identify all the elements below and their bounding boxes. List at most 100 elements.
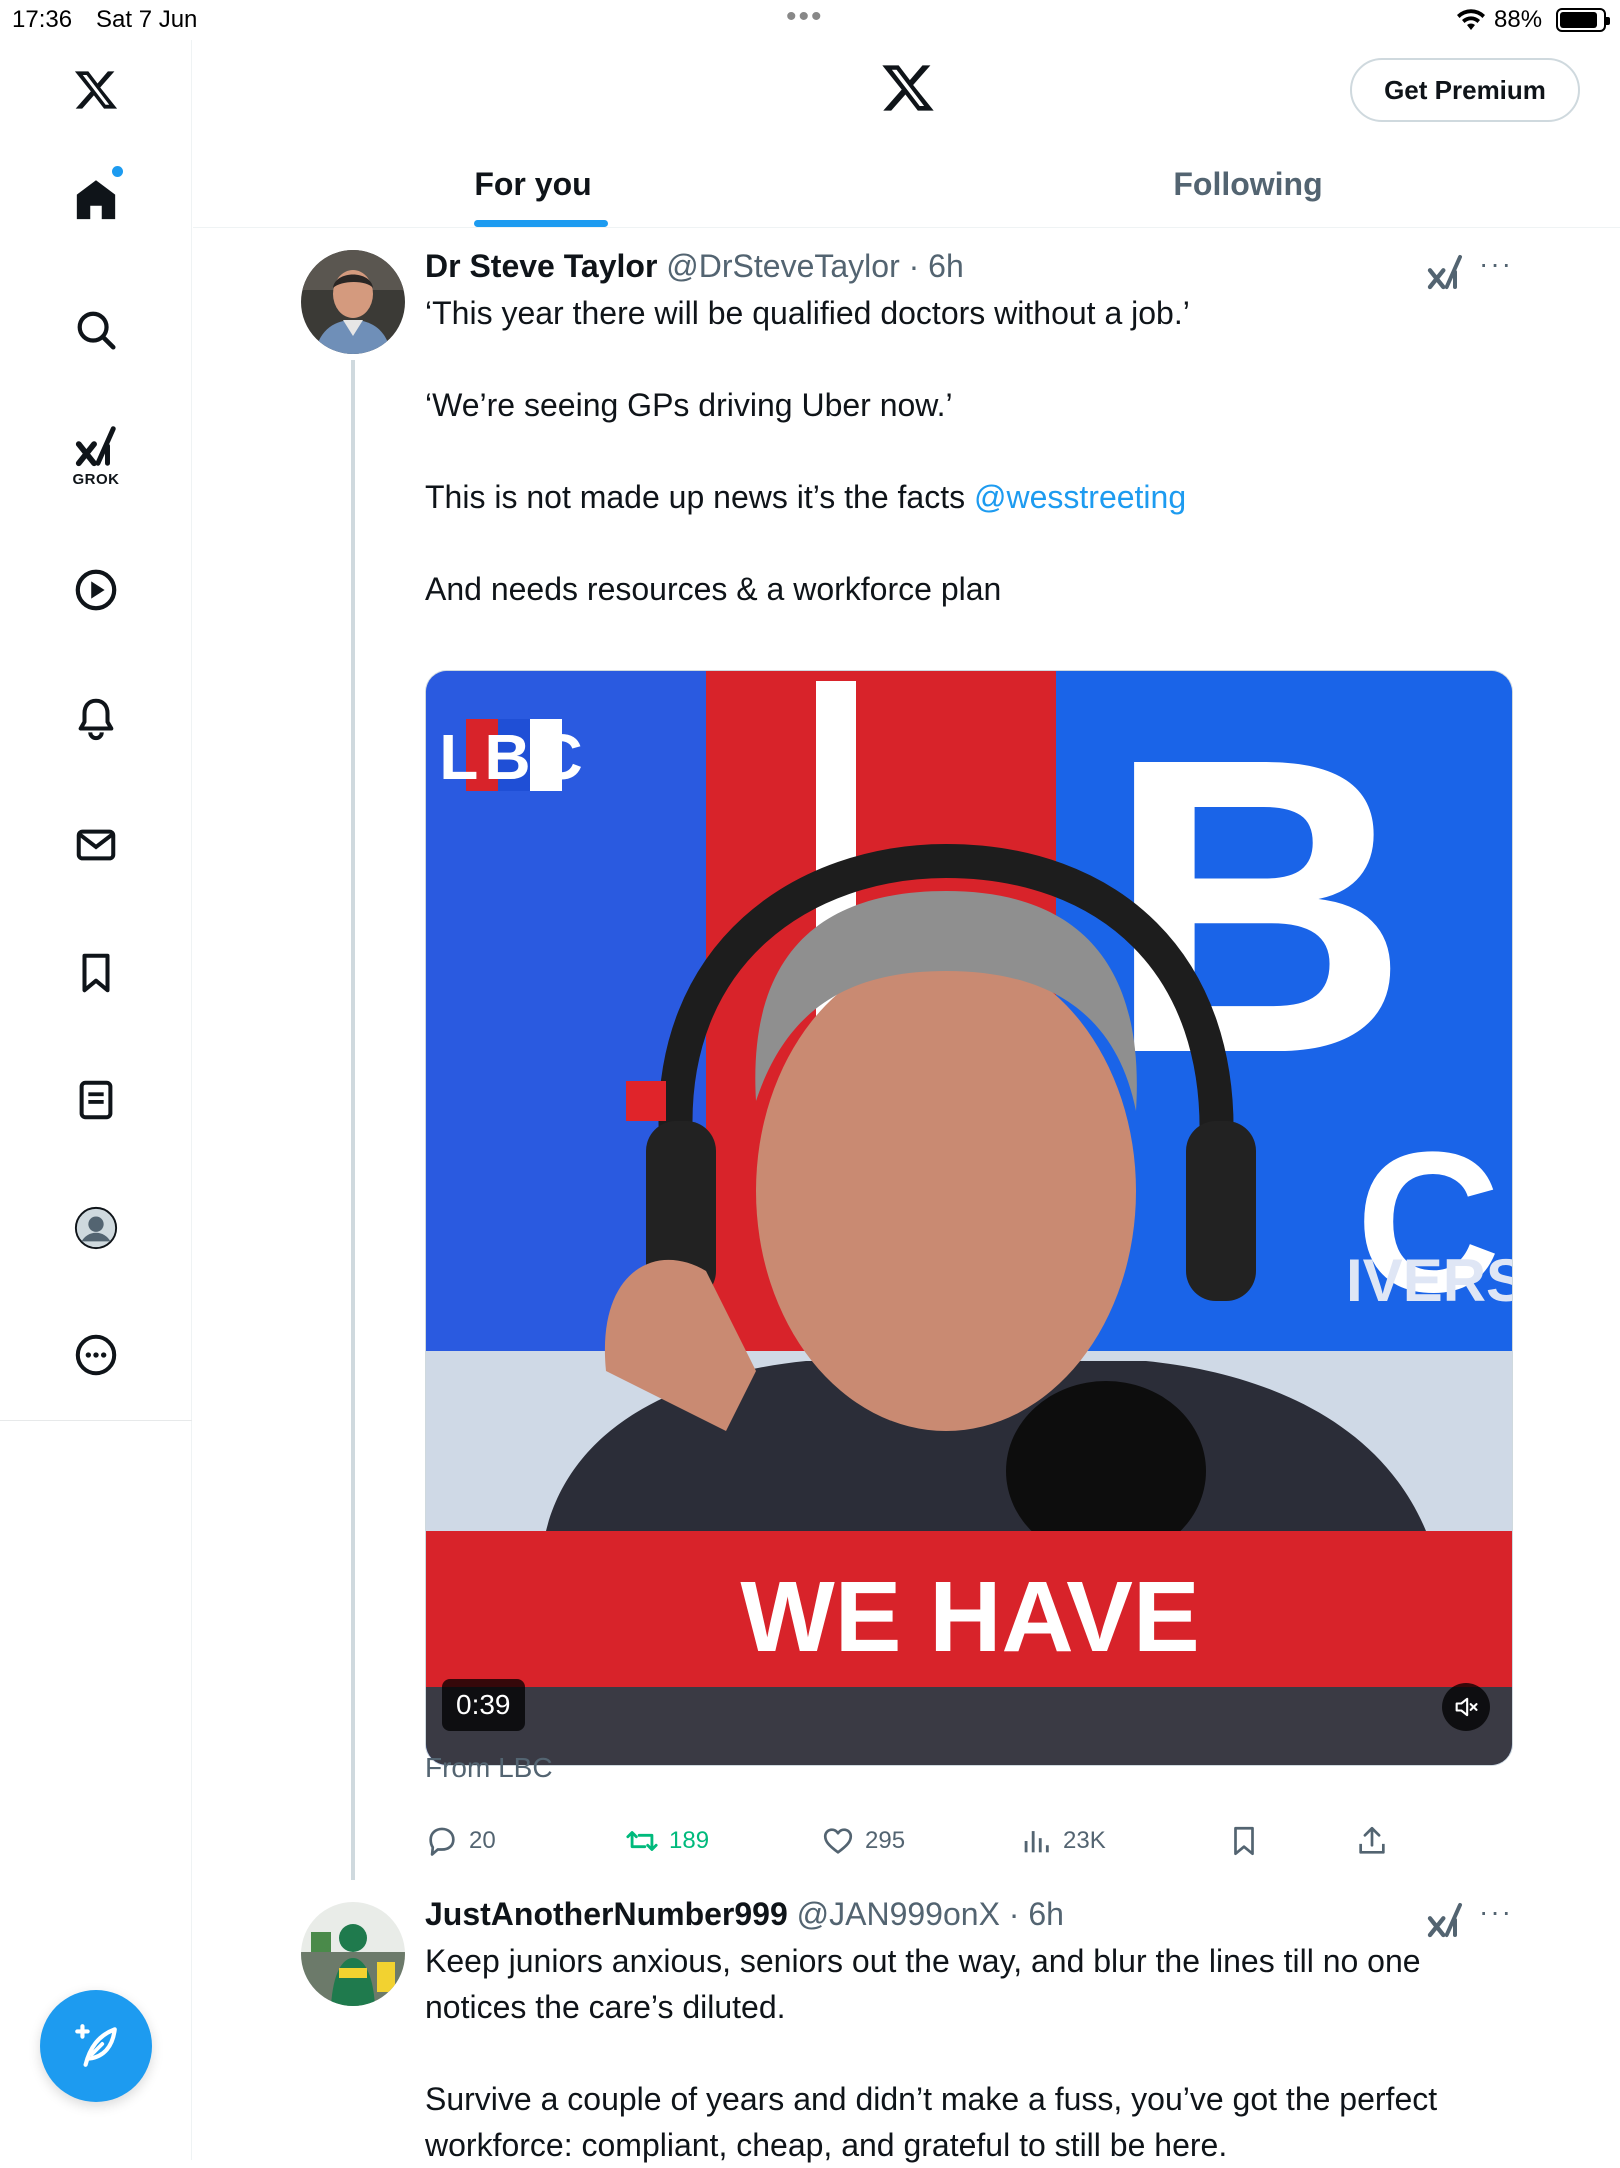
tweet[interactable]: Dr Steve Taylor @DrSteveTaylor · 6h ··· … — [193, 230, 1620, 1890]
tweet-time[interactable]: 6h — [928, 248, 964, 284]
get-premium-button[interactable]: Get Premium — [1350, 58, 1580, 122]
multitasking-dots-icon[interactable]: ••• — [786, 0, 824, 34]
tweet-paragraph — [425, 520, 1485, 566]
video-caption: WE HAVE — [740, 1561, 1199, 1673]
more-options-icon[interactable]: ··· — [1479, 248, 1513, 280]
tweet[interactable]: JustAnotherNumber999 @JAN999onX · 6h ···… — [193, 1878, 1620, 2163]
thread-line — [351, 360, 355, 1880]
grok-label: GROK — [72, 470, 120, 488]
separator: · — [899, 248, 929, 284]
retweet-icon — [626, 1831, 658, 1851]
svg-text:B: B — [1106, 672, 1409, 1141]
views-button[interactable]: 23K — [1019, 1816, 1106, 1866]
bookmark-button[interactable] — [1227, 1816, 1261, 1866]
mention-link[interactable]: @wesstreeting — [974, 479, 1186, 515]
share-icon — [1359, 1826, 1385, 1854]
profile-icon — [74, 1206, 118, 1250]
more-icon — [75, 1334, 117, 1376]
tweet-paragraph: ‘We’re seeing GPs driving Uber now.’ — [425, 387, 953, 423]
tweet-header: Dr Steve Taylor @DrSteveTaylor · 6h — [425, 248, 964, 285]
sidebar-item-notifications[interactable] — [46, 668, 146, 768]
sidebar: GROK — [0, 40, 192, 2160]
list-icon — [79, 1080, 113, 1120]
tweet-text: Keep juniors anxious, seniors out the wa… — [425, 1938, 1485, 2168]
envelope-icon — [76, 829, 116, 861]
avatar[interactable] — [301, 1902, 405, 2006]
sidebar-divider — [0, 1420, 192, 1421]
search-icon — [77, 311, 116, 350]
notification-dot — [112, 166, 123, 177]
lbc-logo-text: LBC — [439, 721, 589, 793]
author-name[interactable]: JustAnotherNumber999 — [425, 1896, 788, 1932]
tweet-paragraph — [425, 2030, 1485, 2076]
media-source[interactable]: From LBC — [425, 1752, 553, 1784]
view-count: 23K — [1063, 1827, 1106, 1854]
tweet-paragraph: Keep juniors anxious, seniors out the wa… — [425, 1943, 1421, 2025]
like-button[interactable]: 295 — [821, 1816, 905, 1866]
author-name[interactable]: Dr Steve Taylor — [425, 248, 657, 284]
author-handle[interactable]: @DrSteveTaylor — [666, 248, 899, 284]
active-tab-indicator — [474, 220, 608, 227]
retweet-count: 189 — [669, 1827, 710, 1854]
lbc-logo: LBC — [439, 719, 589, 793]
sidebar-item-messages[interactable] — [46, 795, 146, 895]
bookmark-icon — [82, 953, 110, 993]
timeline-tabs: For you Following — [193, 140, 1620, 228]
more-options-icon[interactable]: ··· — [1479, 1896, 1513, 1928]
share-button[interactable] — [1355, 1816, 1389, 1866]
play-icon — [75, 569, 117, 611]
tweet-paragraph: ‘This year there will be qualified docto… — [425, 295, 1190, 331]
tweet-paragraph: And needs resources & a workforce plan — [425, 571, 1002, 607]
tab-following[interactable]: Following — [1143, 140, 1353, 228]
retweet-button[interactable]: 189 — [625, 1816, 709, 1866]
tweet-text-segment: This is not made up news it’s the facts — [425, 479, 974, 515]
bell-icon — [78, 698, 114, 741]
reply-count: 20 — [469, 1827, 496, 1854]
tab-for-you[interactable]: For you — [453, 140, 613, 228]
author-handle[interactable]: @JAN999onX — [797, 1896, 1000, 1932]
mute-button[interactable] — [1442, 1683, 1490, 1731]
video-duration: 0:39 — [442, 1679, 525, 1731]
tweet-time[interactable]: 6h — [1028, 1896, 1064, 1932]
compose-icon — [75, 2024, 117, 2067]
sidebar-item-lists[interactable] — [46, 1050, 146, 1150]
backdrop-text: IVERS — [1346, 1247, 1513, 1314]
tweet-paragraph: Survive a couple of years and didn’t mak… — [425, 2081, 1438, 2163]
tweet-header: JustAnotherNumber999 @JAN999onX · 6h — [425, 1896, 1064, 1933]
x-logo-icon[interactable] — [46, 40, 146, 140]
like-count: 295 — [865, 1827, 906, 1854]
video-frame: B C IVERS WE HAVE LBC — [426, 671, 1513, 1765]
sidebar-item-more[interactable] — [46, 1305, 146, 1405]
x-logo-icon[interactable] — [880, 60, 936, 116]
heart-icon — [823, 1828, 853, 1854]
bookmark-icon — [1234, 1826, 1254, 1856]
status-time: 17:36 — [12, 6, 73, 33]
tweet-actions: 20 189 295 23K — [425, 1816, 1425, 1866]
reply-icon — [429, 1827, 455, 1856]
home-icon — [76, 180, 116, 220]
avatar[interactable] — [301, 250, 405, 354]
reply-button[interactable]: 20 — [425, 1816, 496, 1866]
compose-button[interactable] — [40, 1990, 152, 2102]
video-player[interactable]: B C IVERS WE HAVE LBC 0:39 — [425, 670, 1513, 1766]
sidebar-item-search[interactable] — [46, 280, 146, 380]
sidebar-item-video[interactable] — [46, 540, 146, 640]
grok-explain-icon[interactable] — [1425, 1900, 1465, 1940]
speaker-mute-icon — [1455, 1697, 1478, 1717]
battery-icon — [1556, 8, 1610, 32]
sidebar-item-bookmarks[interactable] — [46, 923, 146, 1023]
status-date: Sat 7 Jun — [96, 6, 198, 33]
battery-percent: 88% — [1494, 6, 1543, 33]
separator: · — [999, 1896, 1029, 1932]
sidebar-item-profile[interactable] — [46, 1178, 146, 1278]
sidebar-item-home[interactable] — [46, 150, 146, 250]
tweet-paragraph: This is not made up news it’s the facts … — [425, 474, 1485, 520]
tweet-paragraph — [425, 428, 1485, 474]
tweet-paragraph — [425, 336, 1485, 382]
status-bar: 17:36 Sat 7 Jun ••• 88% — [0, 0, 1620, 40]
wifi-icon — [1456, 8, 1486, 39]
grok-explain-icon[interactable] — [1425, 252, 1465, 292]
sidebar-item-grok[interactable]: GROK — [46, 405, 146, 505]
grok-icon — [75, 425, 116, 466]
views-chart-icon — [1024, 1831, 1049, 1853]
